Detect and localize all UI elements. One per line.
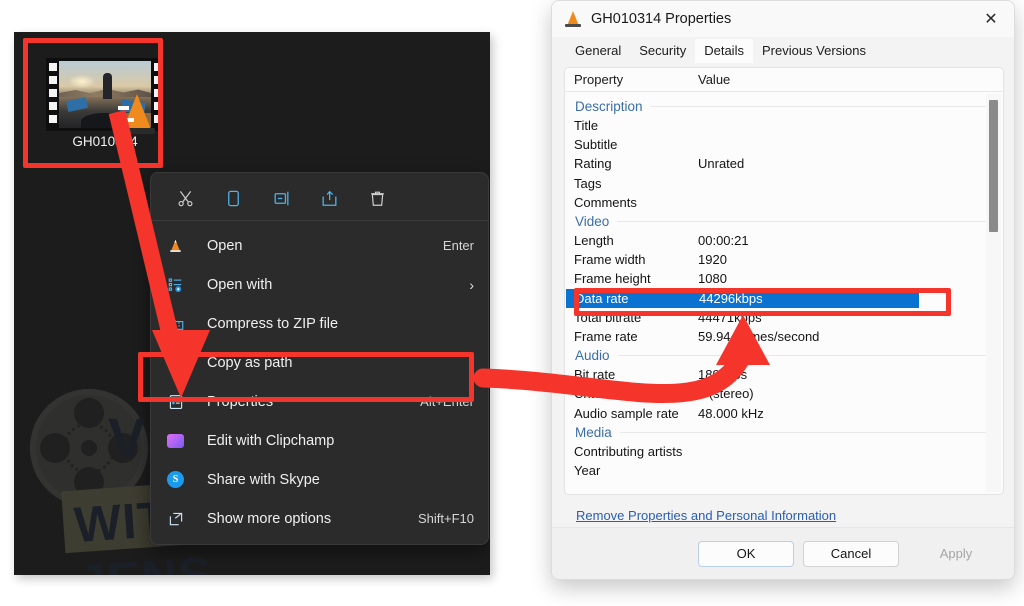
- table-row[interactable]: Frame width 1920: [565, 250, 1003, 269]
- table-row[interactable]: Channels 2 (stereo): [565, 384, 1003, 403]
- details-list-panel: Property Value Description Title Subtitl…: [564, 67, 1004, 495]
- ok-button[interactable]: OK: [698, 540, 794, 567]
- dialog-tabs: General Security Details Previous Versio…: [552, 37, 1014, 63]
- table-row[interactable]: Title: [565, 116, 1003, 135]
- properties-menu-item-highlight: [138, 352, 474, 402]
- menu-item-share-with-skype[interactable]: S Share with Skype: [151, 460, 488, 499]
- group-header-media: Media: [565, 423, 1003, 442]
- menu-item-compress-to-zip[interactable]: Compress to ZIP file: [151, 304, 488, 343]
- show-more-options-icon: [167, 510, 197, 528]
- context-menu-toolbar: [151, 177, 488, 219]
- menu-item-label: Show more options: [207, 510, 332, 527]
- menu-item-label: Share with Skype: [207, 471, 320, 488]
- table-row[interactable]: Subtitle: [565, 135, 1003, 154]
- remove-properties-link[interactable]: Remove Properties and Personal Informati…: [576, 508, 836, 523]
- column-header-value: Value: [698, 72, 731, 87]
- menu-item-label: Edit with Clipchamp: [207, 432, 335, 449]
- chevron-right-icon: ›: [469, 276, 474, 293]
- open-with-icon: [167, 276, 197, 294]
- tab-security[interactable]: Security: [630, 39, 695, 63]
- menu-item-edit-with-clipchamp[interactable]: Edit with Clipchamp: [151, 421, 488, 460]
- dialog-title: GH010314 Properties: [591, 11, 732, 27]
- menu-item-label: Open with: [207, 276, 273, 293]
- vlc-cone-icon: [167, 237, 197, 254]
- skype-icon: S: [167, 471, 197, 488]
- tab-previous-versions[interactable]: Previous Versions: [753, 39, 875, 63]
- close-icon[interactable]: ✕: [968, 1, 1014, 37]
- column-headers: Property Value: [565, 68, 1003, 92]
- properties-list[interactable]: Description Title Subtitle Rating Unrate…: [565, 92, 1003, 480]
- group-header-audio: Audio: [565, 346, 1003, 365]
- table-row[interactable]: Frame height 1080: [565, 269, 1003, 288]
- delete-icon[interactable]: [353, 181, 401, 215]
- table-row[interactable]: Audio sample rate 48.000 kHz: [565, 403, 1003, 422]
- menu-item-accel: Enter: [442, 238, 474, 253]
- menu-item-label: Open: [207, 237, 243, 254]
- file-icon-highlight: [23, 38, 163, 168]
- vertical-scrollbar[interactable]: [986, 94, 1001, 492]
- table-row[interactable]: Length 00:00:21: [565, 231, 1003, 250]
- data-rate-row-highlight: [574, 288, 951, 316]
- table-row[interactable]: Comments: [565, 193, 1003, 212]
- dialog-title-bar: GH010314 Properties ✕: [552, 1, 1014, 37]
- screenshot-root: VIDEO WITH JENS: [0, 0, 1024, 606]
- apply-button: Apply: [908, 540, 1004, 567]
- table-row[interactable]: Tags: [565, 174, 1003, 193]
- table-row[interactable]: Bit rate 189kbps: [565, 365, 1003, 384]
- cancel-button[interactable]: Cancel: [803, 540, 899, 567]
- dialog-footer: OK Cancel Apply: [552, 527, 1014, 579]
- zip-folder-icon: [167, 315, 197, 333]
- clipchamp-icon: [167, 433, 197, 448]
- rename-icon[interactable]: [257, 181, 305, 215]
- tab-general[interactable]: General: [566, 39, 630, 63]
- table-row[interactable]: Frame rate 59.94 frames/second: [565, 327, 1003, 346]
- menu-item-show-more-options[interactable]: Show more options Shift+F10: [151, 499, 488, 538]
- menu-item-accel: Shift+F10: [417, 511, 474, 526]
- cut-icon[interactable]: [161, 181, 209, 215]
- table-row[interactable]: Year: [565, 461, 1003, 480]
- vlc-cone-icon: [564, 10, 582, 28]
- table-row[interactable]: Rating Unrated: [565, 154, 1003, 173]
- copy-icon[interactable]: [209, 181, 257, 215]
- scrollbar-thumb[interactable]: [989, 100, 998, 232]
- column-header-property: Property: [574, 72, 624, 87]
- share-icon[interactable]: [305, 181, 353, 215]
- menu-item-open-with[interactable]: Open with ›: [151, 265, 488, 304]
- group-header-video: Video: [565, 212, 1003, 231]
- menu-item-label: Compress to ZIP file: [207, 315, 339, 332]
- table-row[interactable]: Contributing artists: [565, 442, 1003, 461]
- menu-item-open[interactable]: Open Enter: [151, 226, 488, 265]
- film-reel-icon: [30, 389, 148, 507]
- tab-details[interactable]: Details: [695, 39, 753, 63]
- group-header-description: Description: [565, 97, 1003, 116]
